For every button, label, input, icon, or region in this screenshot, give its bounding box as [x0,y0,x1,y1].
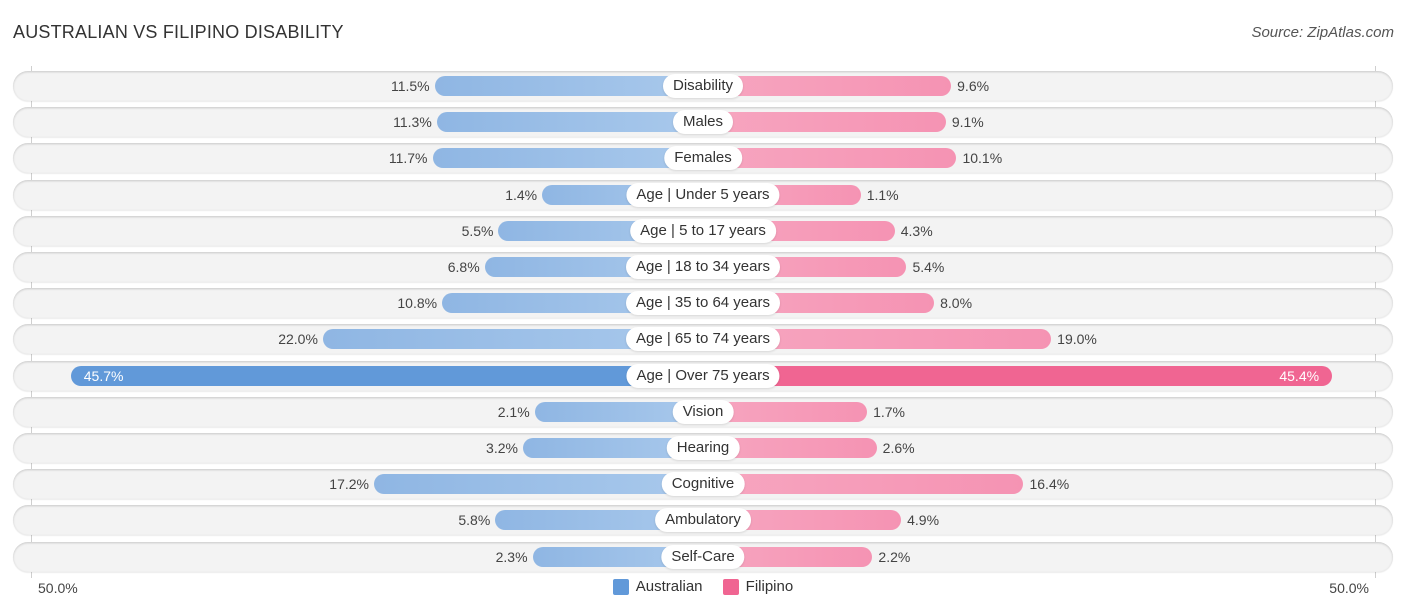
value-label-australian: 6.8% [447,259,480,275]
category-label: Age | 35 to 64 years [626,291,780,316]
value-label-filipino: 5.4% [912,259,945,275]
legend-label-filipino: Filipino [745,578,794,595]
bar-filipino[interactable] [703,112,946,133]
category-label: Age | Over 75 years [626,363,780,388]
value-label-australian: 2.3% [495,548,528,565]
bar-australian[interactable] [432,148,703,169]
legend-swatch-filipino [722,578,739,595]
value-label-filipino: 9.1% [951,114,984,131]
category-label: Hearing [666,436,740,460]
source-label: Source: ZipAtlas.com [1251,24,1394,41]
category-label: Age | 65 to 74 years [626,327,780,352]
legend-item-australian[interactable]: Australian [612,578,703,595]
value-label-filipino: 4.3% [900,222,933,239]
value-label-australian: 22.0% [278,331,318,348]
category-label: Females [664,146,742,171]
bar-australian[interactable] [373,474,703,495]
value-label-australian: 11.5% [390,78,430,94]
value-label-australian: 5.8% [458,512,491,529]
value-label-filipino: 16.4% [1029,476,1070,493]
value-label-filipino: 45.4% [1279,367,1320,384]
value-label-filipino: 1.7% [873,403,905,420]
value-label-filipino: 1.1% [866,186,899,203]
value-label-australian: 17.2% [329,476,369,493]
bar-australian[interactable] [70,365,703,386]
value-label-filipino: 19.0% [1057,331,1097,348]
value-label-australian: 3.2% [486,440,518,456]
value-label-australian: 5.5% [461,222,494,239]
bar-filipino[interactable] [703,365,1333,386]
legend-swatch-australian [612,578,629,595]
value-label-australian: 10.8% [397,295,438,312]
value-label-australian: 11.3% [393,114,432,131]
value-label-filipino: 2.2% [878,548,911,565]
value-label-australian: 1.4% [505,186,538,203]
category-label: Males [672,110,734,135]
chart-title: AUSTRALIAN VS FILIPINO DISABILITY [13,22,344,42]
category-label: Disability [662,74,744,98]
value-label-filipino: 10.1% [962,150,1003,167]
value-label-australian: 45.7% [83,367,124,384]
value-label-filipino: 9.6% [957,78,990,94]
category-label: Cognitive [661,472,745,497]
category-label: Vision [672,399,734,424]
value-label-filipino: 4.9% [907,512,940,529]
category-label: Age | Under 5 years [626,182,780,207]
bar-filipino[interactable] [703,474,1024,495]
value-label-filipino: 8.0% [940,295,973,312]
value-label-australian: 11.7% [388,150,428,167]
category-label: Age | 18 to 34 years [626,255,780,279]
value-label-filipino: 2.6% [882,440,915,456]
legend: Australian Filipino [0,578,1406,599]
value-label-australian: 2.1% [497,403,530,420]
bar-australian[interactable] [436,112,703,133]
category-label: Self-Care [661,544,745,569]
category-label: Age | 5 to 17 years [630,218,776,243]
category-label: Ambulatory [655,508,751,533]
legend-item-filipino[interactable]: Filipino [722,578,794,595]
legend-label-australian: Australian [635,578,703,595]
